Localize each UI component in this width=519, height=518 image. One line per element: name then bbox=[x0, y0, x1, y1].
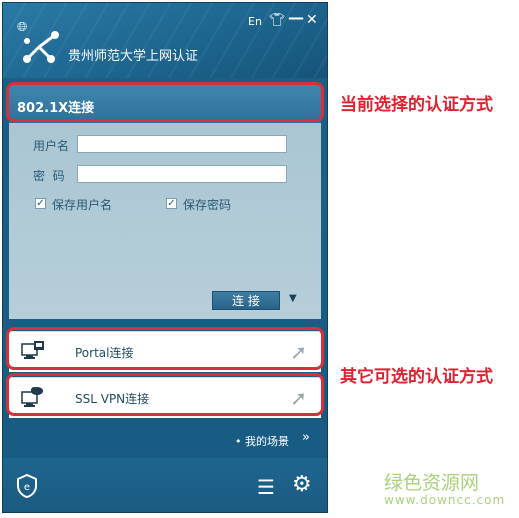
window-title: 贵州师范大学上网认证 bbox=[68, 49, 199, 64]
close-icon[interactable]: ✕ bbox=[306, 12, 318, 28]
save-username-checkbox[interactable]: ✓ bbox=[35, 198, 46, 209]
highlight-current-method bbox=[6, 82, 324, 122]
highlight-ssl-vpn bbox=[6, 373, 324, 416]
save-password-checkbox[interactable]: ✓ bbox=[166, 198, 177, 209]
save-password-label: 保存密码 bbox=[183, 198, 232, 212]
username-label: 用户名 bbox=[33, 139, 70, 153]
e-shield-icon[interactable]: e bbox=[17, 474, 37, 498]
watermark-name: 绿色资源网 bbox=[384, 472, 480, 494]
password-input[interactable] bbox=[77, 165, 287, 183]
my-scene-label: 我的场景 bbox=[245, 435, 289, 448]
connect-button[interactable]: 连 接 bbox=[212, 291, 280, 310]
my-scene-link[interactable]: • 我的场景 bbox=[235, 433, 289, 449]
annotation-other-methods: 其它可选的认证方式 bbox=[340, 367, 493, 387]
save-username-label: 保存用户名 bbox=[52, 198, 113, 212]
annotation-current-method: 当前选择的认证方式 bbox=[340, 95, 493, 115]
login-panel: 用户名 密 码 ✓ 保存用户名 ✓ 保存密码 连 接 ▼ bbox=[9, 123, 321, 319]
gear-icon[interactable]: ⚙ bbox=[292, 472, 312, 497]
username-input[interactable] bbox=[77, 135, 287, 153]
highlight-portal bbox=[6, 327, 324, 370]
window-header: 🌐︎ 贵州师范大学上网认证 En 👕︎ — ✕ bbox=[3, 3, 327, 78]
app-logo-icon bbox=[23, 31, 59, 63]
list-icon[interactable]: ☰ bbox=[257, 475, 275, 499]
dropdown-caret-icon[interactable]: ▼ bbox=[289, 293, 297, 304]
shirt-icon[interactable]: 👕︎ bbox=[269, 13, 286, 28]
app-window: 🌐︎ 贵州师范大学上网认证 En 👕︎ — ✕ 802.1X连接 用户名 密 码… bbox=[2, 2, 328, 513]
svg-text:e: e bbox=[24, 482, 30, 493]
double-chevron-icon[interactable]: » bbox=[302, 430, 310, 445]
watermark-url: www.downcc.com bbox=[384, 493, 506, 507]
password-label: 密 码 bbox=[33, 169, 65, 183]
minimize-icon[interactable]: — bbox=[288, 8, 304, 27]
language-toggle[interactable]: En bbox=[248, 15, 262, 28]
bottom-bar: e ☰ ⚙ bbox=[3, 458, 327, 512]
